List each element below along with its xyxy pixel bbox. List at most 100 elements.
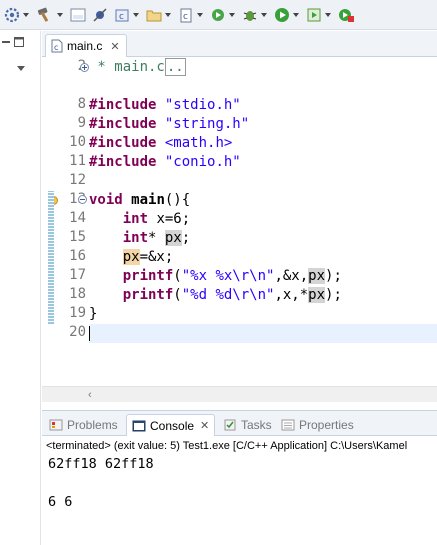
line-number: 12 [69,172,86,188]
code-line-2: * main.c.. [89,58,437,77]
function-call: printf [122,268,174,284]
line-number: 8 [77,96,86,112]
tab-console[interactable]: Console ✕ [126,414,216,436]
binary-button[interactable] [70,4,86,26]
chevron-down-icon[interactable] [260,11,268,19]
settings-gear-button[interactable] [4,4,30,26]
run-coverage-button[interactable] [306,4,332,26]
tab-label: main.c [67,39,103,53]
code-line-15: int* px; [89,229,437,248]
new-c-file-button[interactable]: c [178,4,204,26]
build-button[interactable] [36,4,64,26]
chevron-down-icon[interactable] [292,11,300,19]
editor-tab-bar: c main.c ✕ [42,31,437,57]
tab-label: Tasks [241,418,272,432]
skip-breakpoints-icon [93,7,107,22]
tab-main-c[interactable]: c main.c ✕ [45,34,127,57]
run-button[interactable] [274,4,300,26]
current-line [89,324,437,343]
chevron-down-icon[interactable] [164,11,172,19]
new-c-project-button[interactable]: c [114,4,140,26]
code-text: ,&x, [274,268,309,284]
new-folder-button[interactable] [146,4,172,26]
line-number-gutter: 2 8 9 10 11 12 13 14 15 16 17 18 19 20 [50,58,90,386]
chevron-down-icon[interactable] [228,11,236,19]
settings-gear-icon [4,7,20,22]
svg-text:c: c [119,12,124,22]
svg-text:c: c [54,43,58,52]
keyword: int [122,211,149,227]
chevron-down-icon[interactable] [22,11,30,19]
code-line-9: #include "string.h" [89,115,437,134]
chevron-down-icon[interactable] [324,11,332,19]
include-path: "stdio.h" [156,97,241,113]
maximize-icon[interactable] [14,37,24,47]
run-play-icon [275,7,289,22]
code-text: ); [325,268,342,284]
console-status-line: <terminated> (exit value: 5) Test1.exe [… [46,440,408,452]
code-text: ,x,* [274,287,309,303]
scroll-left-icon[interactable]: ‹ [88,387,92,403]
code-line-18: printf("%d %d\r\n",x,*px); [89,286,437,305]
tab-label: Console [150,418,195,433]
line-number: 14 [69,210,86,226]
view-menu-icon[interactable] [17,66,25,72]
collapse-fold-icon[interactable] [78,195,87,204]
minimize-icon[interactable] [2,40,10,44]
quick-diff-marker [48,191,54,324]
binary-010-icon [70,8,86,21]
string-literal: "%x %x\r\n" [181,268,275,284]
debug-button[interactable] [242,4,268,26]
line-number: 18 [69,286,86,302]
string-literal: "%d %d\r\n" [181,287,275,303]
line-number: 15 [69,229,86,245]
code-line-10: #include <math.h> [89,134,437,153]
code-text: ( [173,268,182,284]
preprocessor: #include [89,154,157,170]
left-view-strip [0,31,41,545]
external-tools-button[interactable] [338,4,354,26]
tab-tasks[interactable]: Tasks [218,414,277,436]
console-icon [132,419,146,433]
line-number: 17 [69,267,86,283]
expand-fold-icon[interactable] [80,63,89,72]
code-editor[interactable]: 2 8 9 10 11 12 13 14 15 16 17 18 19 20 *… [42,58,437,386]
new-c-project-icon: c [115,9,129,22]
close-icon[interactable]: ✕ [110,40,119,53]
line-number: 11 [69,153,86,169]
chevron-down-icon[interactable] [196,11,204,19]
keyword: int [122,230,149,246]
refresh-run-icon [212,8,224,21]
code-text: =&x; [139,249,174,265]
code-area[interactable]: * main.c.. #include "stdio.h" #include "… [89,58,437,386]
text-cursor [89,325,90,341]
tab-problems[interactable]: Problems [44,414,123,436]
console-output[interactable]: 62ff18 62ff18 6 6 [42,455,437,545]
code-line-11: #include "conio.h" [89,153,437,172]
include-path: <math.h> [156,135,233,151]
tab-label: Problems [67,418,118,432]
chevron-down-icon[interactable] [56,11,64,19]
new-folder-icon [146,10,162,21]
console-line: 6 6 [48,494,73,510]
skip-breakpoints-button[interactable] [92,4,108,26]
line-number: 19 [69,305,86,321]
preprocessor: #include [89,116,157,132]
horizontal-scrollbar[interactable]: ‹ [42,386,437,402]
refresh-run-button[interactable] [210,4,236,26]
run-coverage-icon [307,8,321,21]
keyword: void [89,192,123,208]
close-icon[interactable]: ✕ [200,419,209,432]
preprocessor: #include [89,135,157,151]
folded-region[interactable]: .. [164,58,186,76]
tab-properties[interactable]: Properties [276,414,359,436]
code-line-13: void main(){ [89,191,437,210]
svg-text:c: c [183,12,188,22]
external-tools-icon [339,8,354,22]
chevron-down-icon[interactable] [132,11,140,19]
